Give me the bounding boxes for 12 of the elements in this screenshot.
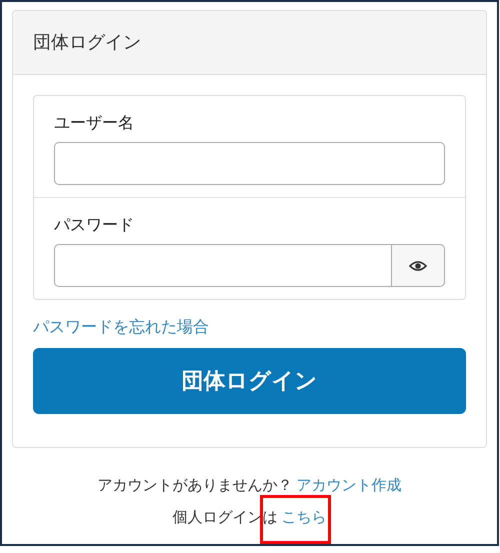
forgot-password-link[interactable]: パスワードを忘れた場合 — [33, 316, 466, 338]
footer-link[interactable]: アカウント作成 — [296, 476, 402, 494]
show-password-button[interactable] — [392, 244, 445, 287]
login-button[interactable]: 団体ログイン — [33, 348, 466, 414]
card-title: 団体ログイン — [33, 31, 141, 55]
footer-link[interactable]: こちら — [282, 508, 326, 526]
username-field[interactable] — [54, 142, 445, 185]
password-field[interactable] — [54, 244, 392, 287]
field-label: ユーザー名 — [54, 112, 135, 134]
footer-text: アカウントがありませんか？ — [98, 475, 292, 496]
eye-icon — [409, 260, 427, 272]
field-label: パスワード — [54, 214, 135, 236]
